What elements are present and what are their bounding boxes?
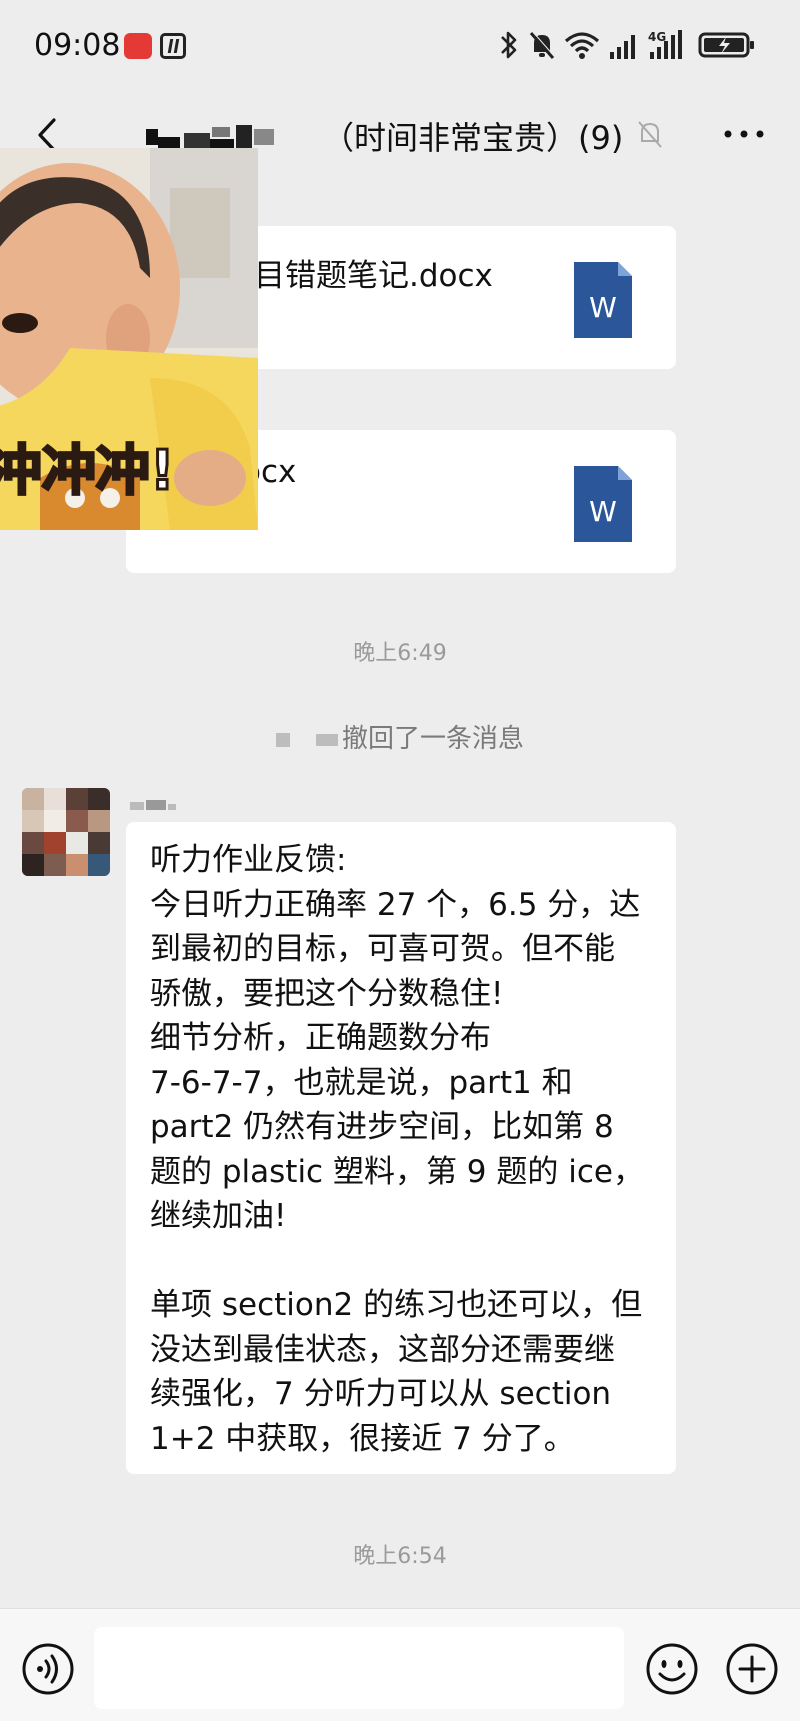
text-message-bubble[interactable]: 听力作业反馈: 今日听力正确率 27 个，6.5 分，达 到最初的目标，可喜可贺… (126, 822, 676, 1474)
redacted-name (275, 732, 290, 747)
wifi-icon (564, 32, 600, 59)
signal-icon (610, 35, 635, 59)
message-line: part2 仍然有进步空间，比如第 8 (150, 1109, 614, 1145)
mute-bell-icon (529, 31, 556, 59)
avatar[interactable] (22, 788, 110, 876)
message-line: 听力作业反馈: (150, 842, 347, 878)
recall-notice: 撤回了一条消息 (0, 718, 800, 755)
word-icon-letter: W (589, 495, 617, 528)
voice-icon[interactable] (20, 1641, 76, 1697)
message-line: 细节分析，正确题数分布 (150, 1020, 491, 1056)
message-line: 今日听力正确率 27 个，6.5 分，达 (150, 886, 641, 923)
nfc-icon (160, 33, 186, 59)
plus-icon[interactable] (724, 1641, 780, 1697)
status-bar: 09:08 4G (0, 0, 800, 95)
input-bar (0, 1608, 800, 1721)
sticker-caption: 冲冲冲! (0, 438, 176, 504)
notification-app-icon (124, 33, 152, 59)
redacted-sender-name (130, 800, 176, 812)
message-line: 单项 section2 的练习也还可以，但 (150, 1287, 643, 1323)
word-icon-letter: W (589, 291, 617, 324)
redacted-name (315, 733, 338, 746)
message-input[interactable] (94, 1627, 624, 1709)
4g-signal-icon: 4G (648, 30, 682, 59)
message-line (150, 1239, 652, 1284)
message-line: 到最初的目标，可喜可贺。但不能 (150, 931, 615, 967)
recall-text: 撤回了一条消息 (341, 724, 524, 754)
message-line: 没达到最佳状态，这部分还需要继 (150, 1331, 615, 1368)
battery-charging-icon (698, 32, 754, 58)
mute-bell-icon (638, 121, 662, 148)
message-line: 1+2 中获取，很接近 7 分了。 (150, 1420, 575, 1457)
status-time: 09:08 (34, 28, 121, 63)
chat-title[interactable]: （时间非常宝贵）(9) (322, 113, 623, 159)
word-doc-icon: W (574, 262, 632, 338)
message-line: 7-6-7-7，也就是说，part1 和 (150, 1064, 573, 1101)
timestamp: 晚上6:49 (353, 641, 447, 666)
message-line: 续强化，7 分听力可以从 section (150, 1376, 612, 1412)
more-dots-icon[interactable] (722, 127, 766, 141)
network-label: 4G (648, 30, 666, 44)
timestamp: 晚上6:54 (353, 1544, 447, 1569)
bluetooth-icon (501, 31, 517, 59)
file-name: 目错题笔记.docx (254, 258, 493, 294)
status-icons: 4G (498, 28, 764, 64)
emoji-icon[interactable] (644, 1641, 700, 1697)
message-line: 题的 plastic 塑料，第 9 题的 ice， (150, 1153, 644, 1190)
message-line: 继续加油! (150, 1198, 287, 1234)
word-doc-icon: W (574, 466, 632, 542)
message-line: 骄傲，要把这个分数稳住! (150, 975, 504, 1012)
sticker-image[interactable]: 冲冲冲! (0, 148, 258, 530)
